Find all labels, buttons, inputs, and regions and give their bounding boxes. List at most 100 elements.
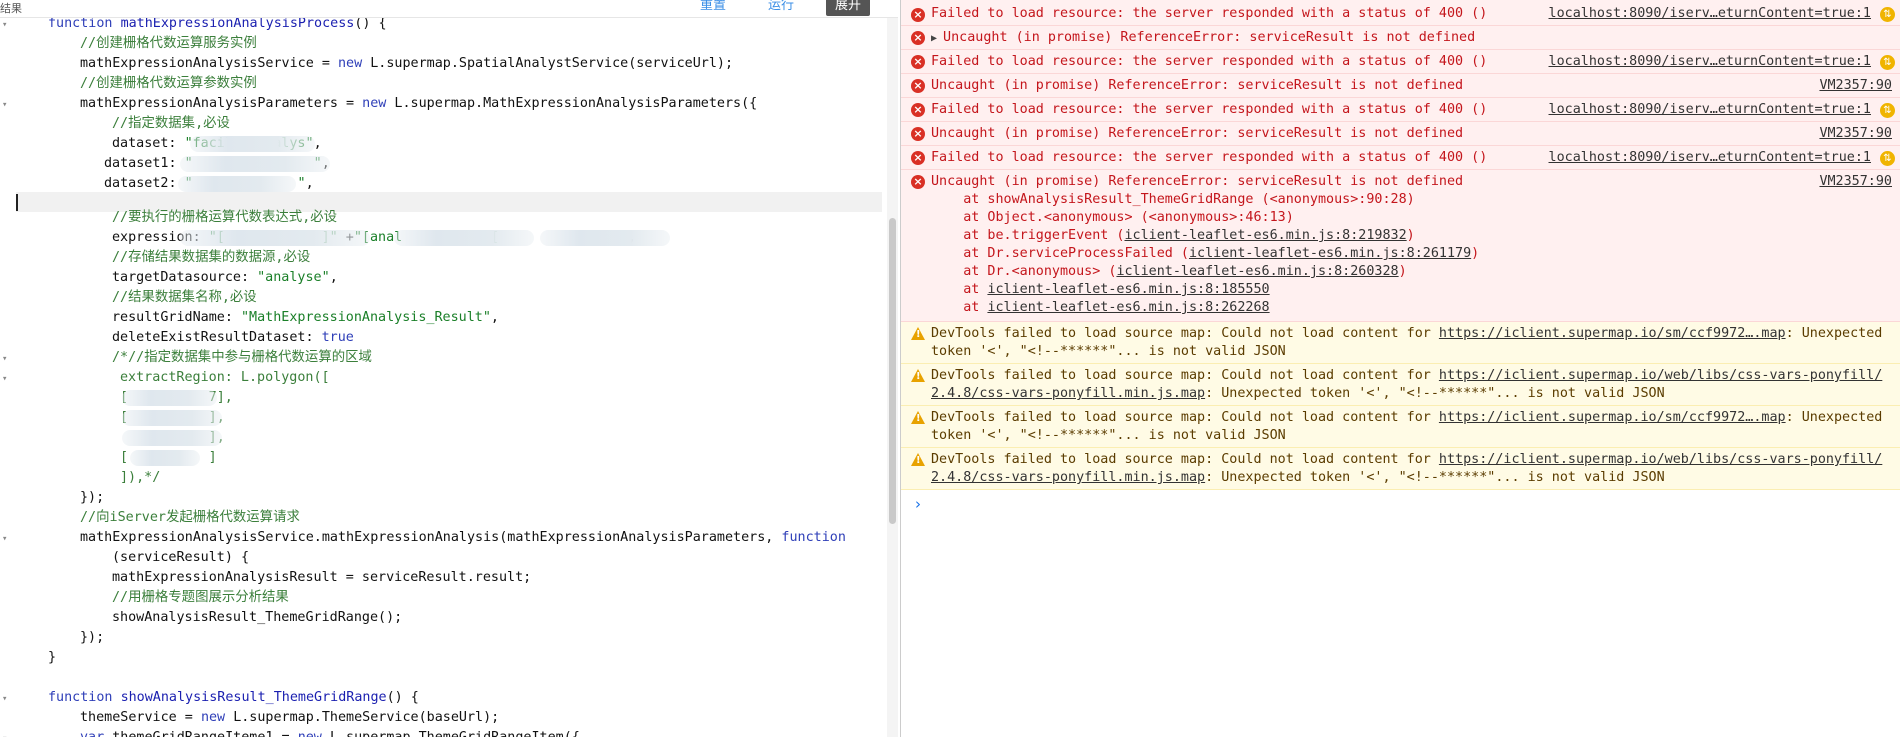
message-line: token '<', "<!--******"... is not valid … [931,343,1286,361]
source-link[interactable]: iclient-leaflet-es6.min.js:8:262268 [987,300,1269,315]
source-link[interactable]: iclient-leaflet-es6.min.js:8:261179 [1189,246,1471,261]
code-line: //创建栅格代数运算参数实例 [80,74,257,94]
console-warning-message[interactable]: ! DevTools failed to load source map: Cou… [901,406,1900,448]
code-line: function showAnalysisResult_ThemeGridRan… [48,688,419,708]
warning-triangle-icon: ! [911,369,925,382]
console-error-message[interactable]: × Failed to load resource: the server res… [901,146,1900,170]
source-link[interactable]: VM2357:90 [1819,173,1892,191]
source-link[interactable]: iclient-leaflet-es6.min.js:8:260328 [1116,264,1398,279]
source-link[interactable]: localhost:8090/iserv…eturnContent=true:1 [1549,5,1871,23]
console-error-message[interactable]: × Uncaught (in promise) ReferenceError: s… [901,122,1900,146]
message-text: ) [1398,264,1407,279]
code-token: "analyse" [257,270,330,285]
code-token: mathExpressionAnalysisService = [80,56,338,71]
code-token: resultGridName: [112,310,241,325]
code-line: mathExpressionAnalysisService = new L.su… [80,54,733,74]
source-link[interactable]: localhost:8090/iserv…eturnContent=true:1 [1549,53,1871,71]
message-text: DevTools failed to load source map: Coul… [931,452,1439,467]
code-token: dataset: [112,136,185,151]
code-line: //用栅格专题图展示分析结果 [112,588,289,608]
console-prompt[interactable]: › [915,495,921,513]
editor-scrollbar-thumb[interactable] [889,218,896,524]
code-area[interactable]: function mathExpressionAnalysisProcess()… [0,0,898,737]
code-token: (serviceResult) { [112,550,250,565]
console-error-message[interactable]: × ▶ Uncaught (in promise) ReferenceError:… [901,26,1900,50]
reset-button[interactable]: 重置 [700,0,726,14]
code-line: //向iServer发起栅格代数运算请求 [80,508,300,528]
warning-triangle-icon: ! [911,411,925,424]
source-link[interactable]: iclient-leaflet-es6.min.js:8:219832 [1124,228,1406,243]
message-text: ) [1406,228,1415,243]
network-icon[interactable]: ⇅ [1880,7,1895,22]
code-token: mathExpressionAnalysisProcess [120,16,355,31]
fold-arrow-icon[interactable]: ▾ [2,694,7,704]
network-icon[interactable]: ⇅ [1880,55,1895,70]
code-token: themeGridRangeIteme1 = [112,730,297,737]
code-token: dataset1: [104,156,185,171]
code-line: }); [80,488,104,508]
code-token: extractRegion: L.polygon([ [120,370,330,385]
message-line: 2.4.8/css-vars-ponyfill.min.js.map: Unex… [931,385,1665,403]
message-text: token '<', "<!--******"... is not valid … [931,428,1286,443]
redacted-blur [180,230,370,246]
network-icon[interactable]: ⇅ [1880,103,1895,118]
code-line: } [48,648,56,668]
run-button[interactable]: 运行 [768,0,794,14]
code-line: mathExpressionAnalysisResult = serviceRe… [112,568,531,588]
source-link[interactable]: https://iclient.supermap.io/web/libs/css… [1439,452,1882,467]
source-link[interactable]: https://iclient.supermap.io/web/libs/css… [1439,368,1882,383]
fold-arrow-icon[interactable]: ▾ [2,20,7,30]
message-text: at showAnalysisResult_ThemeGridRange (<a… [931,192,1415,207]
expand-triangle-icon[interactable]: ▶ [931,33,943,44]
console-error-message[interactable]: × Failed to load resource: the server res… [901,50,1900,74]
console-warning-message[interactable]: ! DevTools failed to load source map: Cou… [901,448,1900,490]
code-token: deleteExistResultDataset: [112,330,322,345]
expand-button[interactable]: 展开 [826,0,871,16]
stack-frame: at Dr.serviceProcessFailed (iclient-leaf… [931,245,1479,263]
message-text: : Unexpected [1785,326,1883,341]
editor-scrollbar[interactable] [887,0,898,737]
message-text: Failed to load resource: the server resp… [931,54,1488,69]
code-editor[interactable]: 结果 重置 运行 展开 function mathExpressionAnaly… [0,0,898,737]
devtools-console[interactable]: › × Failed to load resource: the server r… [900,0,1900,737]
source-link[interactable]: https://iclient.supermap.io/sm/ccf9972….… [1439,410,1786,425]
code-line: resultGridName: "MathExpressionAnalysis_… [112,308,499,328]
redacted-blur [190,136,315,152]
redacted-blur [394,230,534,246]
source-link[interactable]: VM2357:90 [1819,77,1892,95]
console-warning-message[interactable]: ! DevTools failed to load source map: Cou… [901,364,1900,406]
redacted-blur [122,390,217,406]
fold-arrow-icon[interactable]: ▾ [2,534,7,544]
message-text: token '<', "<!--******"... is not valid … [931,344,1286,359]
message-text: Failed to load resource: the server resp… [931,102,1488,117]
message-text: Uncaught (in promise) ReferenceError: se… [931,174,1464,189]
message-text: Uncaught (in promise) ReferenceError: se… [931,126,1464,141]
code-token: new [298,730,330,737]
console-error-message[interactable]: × Failed to load resource: the server res… [901,98,1900,122]
message-line: Failed to load resource: the server resp… [931,149,1487,167]
code-token: //创建栅格代数运算服务实例 [80,36,257,51]
editor-toolbar: 结果 重置 运行 展开 [0,0,898,18]
source-link[interactable]: localhost:8090/iserv…eturnContent=true:1 [1549,101,1871,119]
source-link[interactable]: 2.4.8/css-vars-ponyfill.min.js.map [931,470,1205,485]
source-link[interactable]: 2.4.8/css-vars-ponyfill.min.js.map [931,386,1205,401]
source-link[interactable]: VM2357:90 [1819,125,1892,143]
network-icon[interactable]: ⇅ [1880,151,1895,166]
fold-arrow-icon[interactable]: ▾ [2,100,7,110]
code-token: }); [80,490,105,505]
fold-arrow-icon[interactable]: ▾ [2,354,7,364]
console-error-message[interactable]: × Failed to load resource: the server res… [901,0,1900,26]
message-line: DevTools failed to load source map: Coul… [931,367,1882,385]
code-token: L.supermap.MathExpressionAnalysisParamet… [394,96,758,111]
code-token: () { [386,690,419,705]
source-link[interactable]: localhost:8090/iserv…eturnContent=true:1 [1549,149,1871,167]
fold-arrow-icon[interactable]: ▾ [2,374,7,384]
console-warning-message[interactable]: ! DevTools failed to load source map: Cou… [901,322,1900,364]
code-line: extractRegion: L.polygon([ [120,368,330,388]
console-error-message[interactable]: × Uncaught (in promise) ReferenceError: s… [901,170,1900,322]
console-error-message[interactable]: × Uncaught (in promise) ReferenceError: s… [901,74,1900,98]
message-line: 2.4.8/css-vars-ponyfill.min.js.map: Unex… [931,469,1665,487]
source-link[interactable]: https://iclient.supermap.io/sm/ccf9972….… [1439,326,1786,341]
source-link[interactable]: iclient-leaflet-es6.min.js:8:185550 [987,282,1269,297]
message-text: Failed to load resource: the server resp… [931,6,1488,21]
